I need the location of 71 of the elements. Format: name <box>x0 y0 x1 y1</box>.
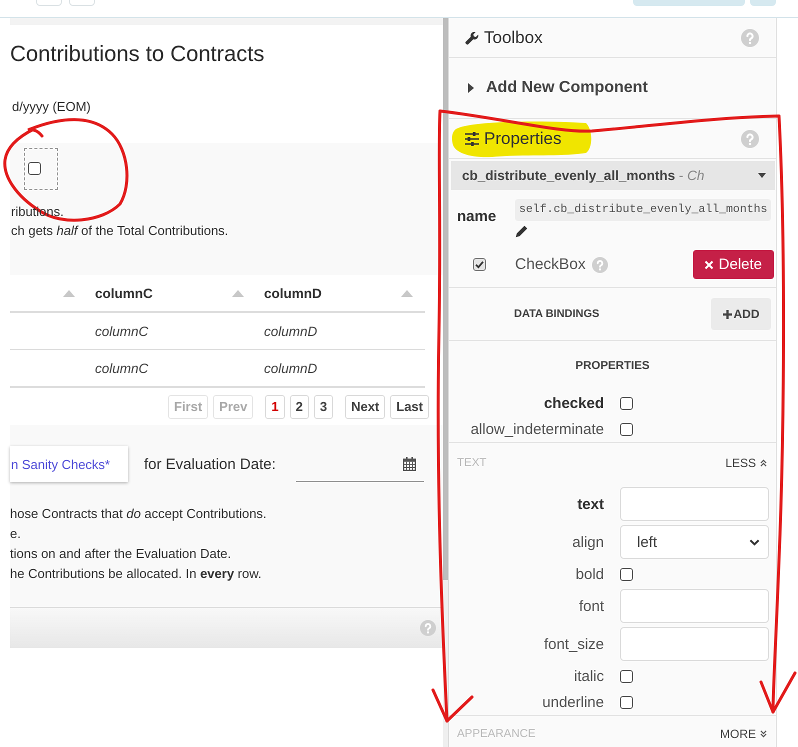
checkbox[interactable] <box>620 396 633 410</box>
component-type-label: CheckBox <box>515 256 586 274</box>
text-field[interactable] <box>620 589 769 623</box>
column-header: columnC <box>95 286 153 300</box>
checkbox[interactable] <box>620 422 633 436</box>
checkbox[interactable] <box>28 162 41 175</box>
sort-icon[interactable] <box>232 290 244 296</box>
text-field[interactable] <box>620 487 769 521</box>
checkbox[interactable] <box>620 696 633 708</box>
wrench-icon <box>465 30 479 44</box>
section-title: PROPERTIES <box>575 360 650 372</box>
add-button[interactable]: ADD <box>711 298 771 330</box>
group-title: TEXT <box>457 456 486 471</box>
section-toggle[interactable]: LESS <box>725 455 767 471</box>
property-label: italic <box>574 668 604 684</box>
section-toggle[interactable]: MORE <box>720 726 767 742</box>
scrollbar-thumb[interactable] <box>443 18 448 580</box>
add-component-toggle[interactable]: Add New Component <box>468 79 648 97</box>
property-label: bold <box>576 566 604 582</box>
property-label: allow_indeterminate <box>470 420 604 438</box>
property-label: text <box>577 496 604 512</box>
pagination-button[interactable]: Next <box>345 395 386 419</box>
sort-icon[interactable] <box>63 290 75 296</box>
table-cell-text: columnC <box>94 360 150 378</box>
page-number-button[interactable]: 3 <box>314 395 334 419</box>
page-number-button[interactable]: 1 <box>265 395 285 419</box>
table-cell-text: columnD <box>263 322 318 340</box>
page-number-button[interactable]: 2 <box>290 395 309 419</box>
component-selector[interactable]: cb_distribute_evenly_all_months - Ch <box>451 161 775 190</box>
help-icon[interactable] <box>420 620 436 636</box>
pencil-icon[interactable] <box>515 225 528 238</box>
pagination-button[interactable]: Last <box>390 395 429 419</box>
calendar-icon[interactable] <box>403 456 416 470</box>
property-label: checked <box>544 394 604 412</box>
page-title: Contributions to Contracts <box>10 40 264 68</box>
help-icon[interactable] <box>592 256 608 272</box>
evaluation-date-label: for Evaluation Date: <box>144 456 276 472</box>
section-label: DATA BINDINGS <box>514 308 600 320</box>
note-text: ch gets half of the Total Contributions. <box>10 222 230 240</box>
dropdown-select[interactable]: left <box>620 525 769 559</box>
table-cell-text: columnD <box>263 360 318 378</box>
help-icon[interactable] <box>741 130 759 148</box>
column-header: columnD <box>264 286 322 300</box>
checkbox[interactable] <box>620 568 633 580</box>
property-label: name <box>457 208 498 224</box>
panel-title: Properties <box>484 128 562 148</box>
date-format-text: d/yyyy (EOM) <box>12 98 91 116</box>
text-field[interactable] <box>620 627 769 661</box>
instruction-text: he Contributions be allocated. In every row. <box>10 565 263 583</box>
property-label: underline <box>542 694 604 710</box>
help-icon[interactable] <box>741 28 759 46</box>
instruction-text: hose Contracts that do accept Contributions. <box>10 505 268 523</box>
instruction-text: tions on and after the Evaluation Date. <box>10 545 232 563</box>
cross-icon <box>704 260 714 270</box>
component-name-code: self.cb_distribute_evenly_all_months <box>515 199 772 221</box>
sort-icon[interactable] <box>401 290 413 296</box>
delete-button[interactable]: Delete <box>692 250 774 279</box>
plus-icon <box>722 310 732 318</box>
property-label: align <box>572 534 604 550</box>
sanity-checks-button[interactable]: n Sanity Checks* <box>10 446 128 482</box>
group-title: APPEARANCE <box>457 727 536 742</box>
chevron-down-icon <box>749 538 760 546</box>
table-cell-text: columnC <box>94 322 150 340</box>
property-label: font <box>578 598 604 614</box>
property-label: font_size <box>544 636 604 652</box>
caret-down-icon <box>758 173 766 178</box>
sliders-icon <box>465 132 479 146</box>
instruction-text: e. <box>10 525 22 543</box>
panel-title: Toolbox <box>484 28 543 48</box>
checkbox[interactable] <box>620 670 633 682</box>
checkbox[interactable] <box>473 258 486 271</box>
